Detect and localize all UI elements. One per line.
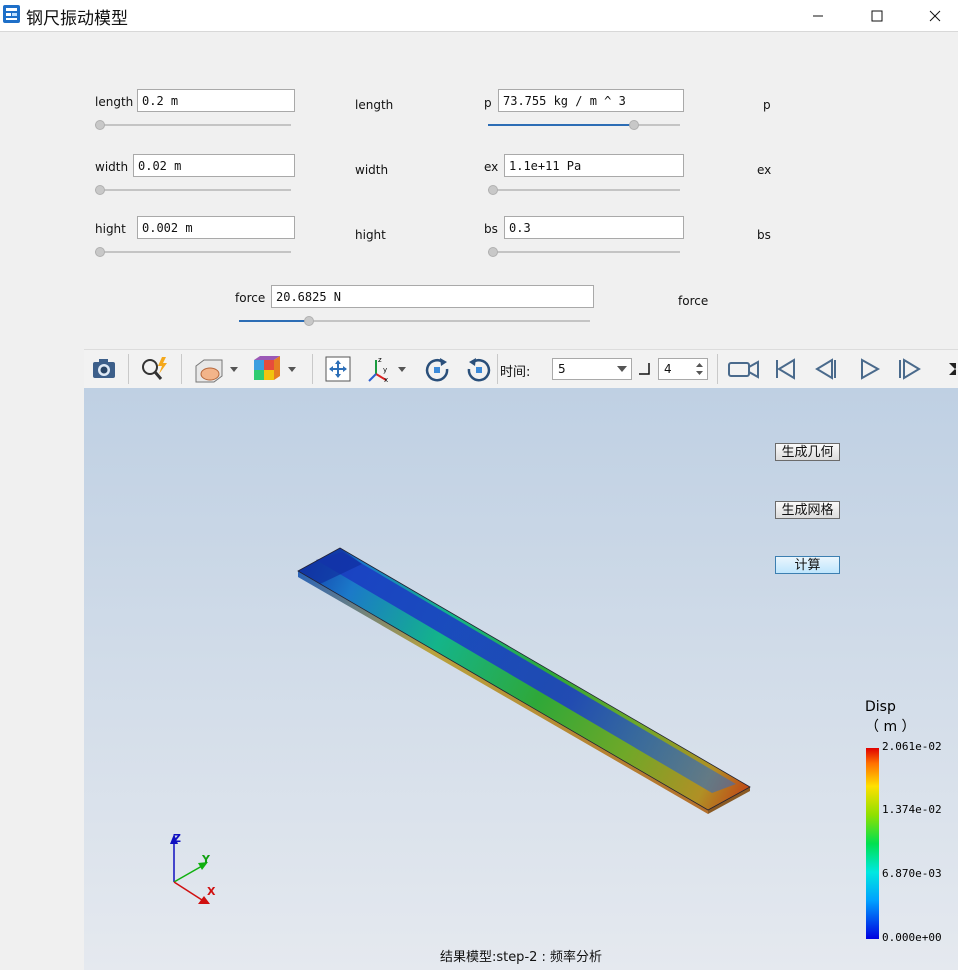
p-label: p [484, 96, 492, 110]
status-bar-text: 结果模型:step-2 : 频率分析 [439, 950, 603, 965]
width-label: width [95, 160, 129, 174]
hight-input[interactable]: 0.002 m [137, 216, 295, 239]
spin-arrows-icon[interactable] [695, 361, 704, 377]
bs-label: bs [484, 222, 498, 236]
fit-view-icon[interactable] [323, 354, 353, 384]
axis-icon[interactable]: zyx [366, 354, 412, 384]
svg-text:z: z [378, 356, 382, 364]
maximize-button[interactable] [854, 0, 900, 31]
length-label: length [95, 95, 134, 109]
generate-mesh-button[interactable]: 生成网格 [775, 501, 840, 519]
force-label: force [235, 291, 266, 305]
app-icon [3, 5, 20, 23]
step-spinbox[interactable]: 4 [658, 358, 708, 380]
legend-value-2: 1.374e-02 [882, 803, 942, 816]
minimize-icon [813, 15, 823, 16]
bs-slider[interactable] [488, 246, 680, 258]
window-title: 钢尺振动模型 [26, 9, 128, 29]
p-side-label: p [763, 98, 771, 112]
step-back-icon[interactable] [812, 354, 842, 384]
view-box-icon[interactable] [192, 354, 242, 384]
time-label: 时间: [500, 365, 531, 380]
rotate-right-icon[interactable] [464, 354, 494, 384]
slider-thumb[interactable] [304, 316, 315, 326]
force-input[interactable]: 20.6825 N [271, 285, 594, 308]
legend-value-1: 6.870e-03 [882, 867, 942, 880]
force-slider[interactable] [239, 315, 590, 327]
video-camera-icon[interactable] [726, 354, 762, 384]
play-icon[interactable] [854, 354, 884, 384]
length-input[interactable]: 0.2 m [137, 89, 295, 112]
title-bar: 钢尺振动模型 [0, 0, 958, 32]
close-button[interactable] [912, 0, 958, 31]
ex-side-label: ex [757, 163, 772, 177]
compute-button[interactable]: 计算 [775, 556, 840, 574]
legend-min-value: 0.000e+00 [882, 931, 942, 944]
slider-thumb[interactable] [95, 185, 105, 195]
width-side-label: width [355, 163, 389, 177]
p-slider[interactable] [488, 119, 680, 131]
skip-first-icon[interactable] [770, 354, 800, 384]
slider-thumb[interactable] [488, 247, 498, 257]
ex-input[interactable]: 1.1e+11 Pa [504, 154, 684, 177]
length-side-label: length [355, 98, 394, 112]
legend-title: Disp [865, 699, 896, 715]
width-slider[interactable] [95, 184, 291, 196]
ex-label: ex [484, 160, 499, 174]
close-icon [929, 10, 941, 21]
length-slider[interactable] [95, 119, 291, 131]
maximize-icon [871, 10, 883, 21]
x-axis [173, 881, 203, 901]
hight-label: hight [95, 222, 126, 236]
minimize-button[interactable] [795, 0, 841, 31]
z-axis-label: Z [173, 832, 181, 845]
steel-ruler-model: Z Y X [170, 547, 879, 939]
step-forward-icon[interactable] [894, 354, 924, 384]
time-select-value: 5 [558, 362, 566, 376]
chevron-down-icon [617, 366, 627, 372]
width-input[interactable]: 0.02 m [133, 154, 295, 177]
mesh-cube-icon[interactable] [250, 354, 302, 384]
y-axis-label: Y [201, 853, 211, 866]
p-input[interactable]: 73.755 kg / m ^ 3 [498, 89, 684, 112]
generate-geometry-button[interactable]: 生成几何 [775, 443, 840, 461]
slider-thumb[interactable] [628, 120, 639, 130]
slider-thumb[interactable] [95, 247, 105, 257]
fullscreen-icon[interactable] [942, 354, 958, 384]
x-axis-label: X [207, 885, 216, 898]
legend-colorbar [866, 748, 879, 939]
svg-text:y: y [383, 366, 387, 374]
slider-thumb[interactable] [488, 185, 498, 195]
hight-side-label: hight [355, 228, 386, 242]
viewport-3d[interactable]: Z Y X 生成几何 生成网格 计算 Disp （ m ） 2.061e-02 … [84, 388, 958, 970]
legend-max-value: 2.061e-02 [882, 740, 942, 753]
time-select[interactable]: 5 [552, 358, 632, 380]
camera-icon[interactable] [89, 354, 119, 384]
y-axis [173, 865, 203, 883]
search-flash-icon[interactable] [138, 354, 172, 384]
step-spinbox-value: 4 [664, 362, 672, 376]
legend-unit: （ m ） [865, 719, 916, 735]
bs-side-label: bs [757, 228, 771, 242]
hight-slider[interactable] [95, 246, 291, 258]
force-side-label: force [678, 294, 709, 308]
slider-thumb[interactable] [95, 120, 105, 130]
step-corner-icon [639, 363, 650, 375]
svg-text:x: x [384, 376, 388, 384]
ex-slider[interactable] [488, 184, 680, 196]
rotate-left-icon[interactable] [422, 354, 452, 384]
viewer-toolbar: zyx 时间: 5 4 [84, 349, 958, 389]
bs-input[interactable]: 0.3 [504, 216, 684, 239]
